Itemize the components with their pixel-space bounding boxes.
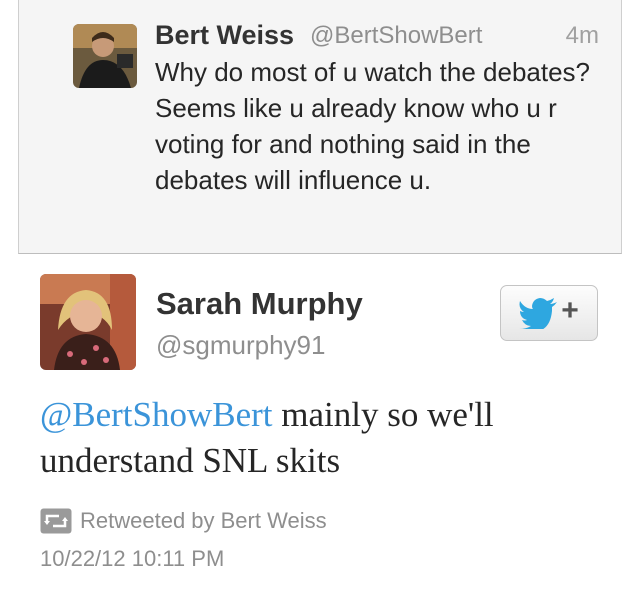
avatar[interactable] [40,274,136,370]
retweet-label[interactable]: Retweeted by Bert Weiss [80,508,327,534]
author-name[interactable]: Sarah Murphy [156,286,363,322]
tweet-timestamp: 10/22/12 10:11 PM [40,546,225,571]
author-handle[interactable]: @sgmurphy91 [156,330,325,361]
twitter-bird-icon [519,298,558,329]
retweet-icon [40,508,72,534]
mention-link[interactable]: @BertShowBert [40,395,273,434]
author-handle[interactable]: @BertShowBert [310,22,482,50]
tweet-text: Why do most of u watch the debates? Seem… [155,57,591,195]
parent-tweet[interactable]: Bert Weiss @BertShowBert 4m Why do most … [18,0,622,254]
avatar[interactable] [73,24,137,88]
follow-plus: + [561,294,579,327]
author-name[interactable]: Bert Weiss [155,20,294,51]
follow-button[interactable]: + [500,285,598,341]
tweet-time: 4m [565,22,599,49]
retweet-info: Retweeted by Bert Weiss [40,508,327,534]
tweet-body: @BertShowBert mainly so we'll understand… [40,392,610,484]
